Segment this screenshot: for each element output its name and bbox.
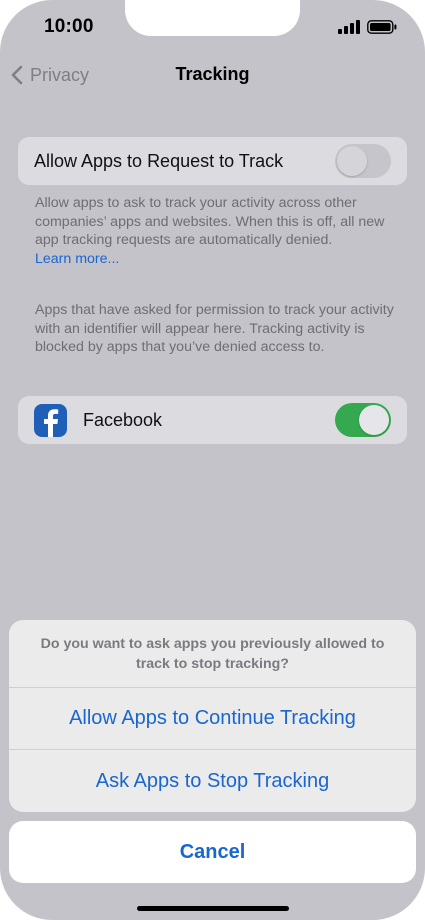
apps-group: Facebook (18, 396, 407, 444)
allow-tracking-row: Allow Apps to Request to Track (18, 137, 407, 185)
toggle-knob (359, 405, 389, 435)
ask-stop-tracking-button[interactable]: Ask Apps to Stop Tracking (9, 750, 416, 812)
allow-continue-tracking-button[interactable]: Allow Apps to Continue Tracking (9, 688, 416, 750)
notch (125, 0, 300, 36)
allow-tracking-group: Allow Apps to Request to Track (18, 137, 407, 185)
learn-more-link[interactable]: Learn more... (35, 251, 119, 267)
toggle-knob (337, 146, 367, 176)
allow-tracking-footnote: Allow apps to ask to track your activity… (35, 194, 395, 268)
allow-tracking-toggle[interactable] (335, 144, 391, 178)
phone-screen: 10:00 Privacy Tracking Allow Apps to Req… (0, 0, 425, 920)
home-indicator[interactable] (137, 906, 289, 911)
status-time: 10:00 (44, 16, 94, 37)
battery-icon (367, 20, 397, 34)
allow-tracking-label: Allow Apps to Request to Track (34, 150, 284, 171)
page-title: Tracking (175, 64, 250, 84)
action-sheet-message: Do you want to ask apps you previously a… (9, 620, 416, 688)
action-sheet: Do you want to ask apps you previously a… (9, 620, 416, 812)
allow-tracking-description: Allow apps to ask to track your activity… (35, 195, 385, 248)
app-row-facebook: Facebook (18, 396, 407, 444)
apps-footnote: Apps that have asked for permission to t… (35, 302, 394, 355)
facebook-tracking-toggle[interactable] (335, 403, 391, 437)
cancel-button[interactable]: Cancel (9, 821, 416, 883)
cellular-signal-icon (338, 20, 360, 34)
facebook-icon (34, 403, 67, 437)
app-name: Facebook (83, 409, 163, 430)
